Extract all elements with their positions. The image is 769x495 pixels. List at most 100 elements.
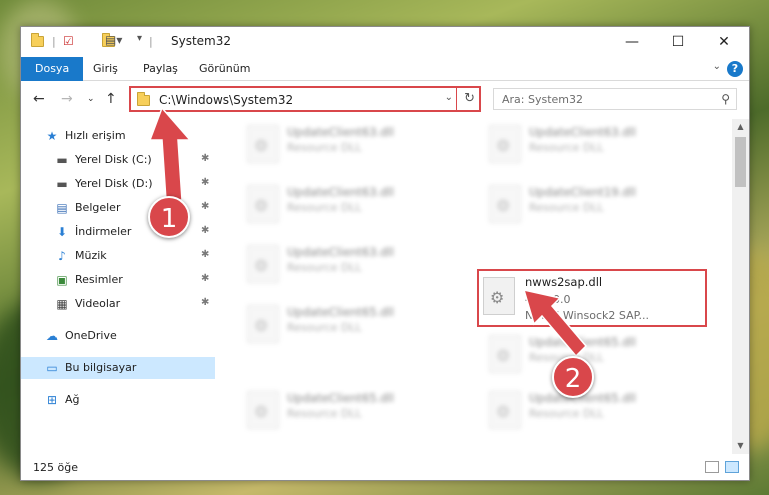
document-icon: ▤ bbox=[56, 201, 68, 215]
search-placeholder: Ara: System32 bbox=[502, 93, 584, 106]
recent-locations-icon[interactable]: ⌄ bbox=[87, 94, 95, 104]
navigation-pane: ★ Hızlı erişim ▬ Yerel Disk (C:) ✱ ▬ Yer… bbox=[21, 119, 215, 449]
picture-icon: ▣ bbox=[56, 273, 68, 287]
close-button[interactable]: ✕ bbox=[701, 27, 747, 57]
dll-file-icon bbox=[247, 185, 279, 223]
file-list: UpdateClient63.dll Resource DLL UpdateCl… bbox=[221, 119, 733, 454]
scroll-down-icon[interactable]: ▼ bbox=[732, 438, 749, 454]
sidebar-item-label: Resimler bbox=[75, 273, 123, 286]
step-1-callout: 1 bbox=[148, 196, 190, 238]
sidebar-item-local-disk-d[interactable]: ▬ Yerel Disk (D:) ✱ bbox=[21, 173, 215, 195]
forward-arrow-icon[interactable]: → bbox=[61, 91, 73, 107]
sidebar-item-label: Belgeler bbox=[75, 201, 121, 214]
pin-icon[interactable]: ✱ bbox=[201, 225, 209, 236]
computer-icon: ▭ bbox=[46, 361, 58, 375]
sidebar-item-label: Videolar bbox=[75, 297, 121, 310]
details-view-icon[interactable] bbox=[705, 461, 719, 473]
minimize-button[interactable]: — bbox=[609, 27, 655, 57]
file-item-nwws2sap[interactable]: nwws2sap.dll 4.71.0.0 Novell Winsock2 SA… bbox=[477, 269, 707, 327]
dll-file-icon bbox=[483, 277, 515, 315]
dll-file-icon bbox=[489, 391, 521, 429]
cloud-icon: ☁ bbox=[46, 329, 58, 343]
file-type: Resource DLL bbox=[529, 407, 604, 420]
refresh-icon[interactable]: ↻ bbox=[464, 91, 475, 106]
explorer-window: | ☑ ▤▾ ▾ | System32 — ☐ ✕ Dosya Giriş Pa… bbox=[20, 26, 750, 481]
pin-icon[interactable]: ✱ bbox=[201, 273, 209, 284]
pin-icon[interactable]: ✱ bbox=[201, 249, 209, 260]
tab-share[interactable]: Paylaş bbox=[143, 57, 178, 81]
dll-file-icon bbox=[247, 391, 279, 429]
file-item[interactable]: UpdateClient63.dll Resource DLL bbox=[241, 121, 477, 171]
large-icons-view-icon[interactable] bbox=[725, 461, 739, 473]
file-description: Novell Winsock2 SAP... bbox=[525, 309, 650, 322]
file-item[interactable]: UpdateClient65.dll Resource DLL bbox=[241, 387, 477, 437]
ribbon-tabs: Dosya Giriş Paylaş Görünüm ⌄ ? bbox=[21, 57, 749, 81]
sidebar-item-quick-access[interactable]: ★ Hızlı erişim bbox=[21, 125, 215, 147]
scroll-thumb[interactable] bbox=[735, 137, 746, 187]
file-name: UpdateClient63.dll bbox=[287, 125, 394, 139]
chevron-down-icon[interactable]: ⌄ bbox=[445, 92, 453, 103]
drive-icon: ▬ bbox=[56, 153, 68, 167]
view-icon[interactable]: ▤▾ bbox=[105, 33, 122, 49]
tab-home[interactable]: Giriş bbox=[93, 57, 118, 81]
sidebar-item-onedrive[interactable]: ☁ OneDrive bbox=[21, 325, 215, 347]
step-2-callout: 2 bbox=[552, 356, 594, 398]
status-bar: 125 öğe bbox=[21, 456, 749, 480]
file-type: Resource DLL bbox=[287, 201, 362, 214]
divider bbox=[456, 88, 457, 110]
separator: | bbox=[52, 35, 56, 48]
folder-icon bbox=[31, 33, 44, 47]
sidebar-item-pictures[interactable]: ▣ Resimler ✱ bbox=[21, 269, 215, 291]
dll-file-icon bbox=[489, 185, 521, 223]
file-name: UpdateClient63.dll bbox=[287, 185, 394, 199]
sidebar-item-label: Bu bilgisayar bbox=[65, 361, 137, 374]
window-title: System32 bbox=[171, 34, 232, 48]
file-name: nwws2sap.dll bbox=[525, 275, 603, 289]
sidebar-item-label: Ağ bbox=[65, 393, 80, 406]
pin-icon[interactable]: ✱ bbox=[201, 201, 209, 212]
search-input[interactable]: Ara: System32 ⚲ bbox=[493, 88, 737, 110]
star-icon: ★ bbox=[46, 129, 58, 143]
file-name: UpdateClient65.dll bbox=[529, 335, 636, 349]
video-icon: ▦ bbox=[56, 297, 68, 311]
maximize-button[interactable]: ☐ bbox=[655, 27, 701, 57]
vertical-scrollbar[interactable]: ▲ ▼ bbox=[732, 119, 749, 454]
pin-icon[interactable]: ✱ bbox=[201, 177, 209, 188]
file-type: Resource DLL bbox=[287, 407, 362, 420]
file-item[interactable]: UpdateClient63.dll Resource DLL bbox=[241, 241, 477, 291]
address-path[interactable]: C:\Windows\System32 bbox=[159, 93, 293, 107]
search-icon[interactable]: ⚲ bbox=[721, 92, 730, 106]
separator: | bbox=[149, 35, 153, 48]
file-item[interactable]: UpdateClient65.dll Resource DLL bbox=[483, 331, 719, 381]
help-icon[interactable]: ? bbox=[727, 61, 743, 77]
sidebar-item-label: Hızlı erişim bbox=[65, 129, 126, 142]
file-version: 4.71.0.0 bbox=[525, 293, 571, 306]
sidebar-item-this-pc[interactable]: ▭ Bu bilgisayar bbox=[21, 357, 215, 379]
sidebar-item-videos[interactable]: ▦ Videolar ✱ bbox=[21, 293, 215, 315]
file-name: UpdateClient63.dll bbox=[287, 245, 394, 259]
pin-icon[interactable]: ✱ bbox=[201, 297, 209, 308]
file-item[interactable]: UpdateClient63.dll Resource DLL bbox=[241, 181, 477, 231]
music-icon: ♪ bbox=[58, 249, 66, 263]
sidebar-item-label: OneDrive bbox=[65, 329, 117, 342]
scroll-up-icon[interactable]: ▲ bbox=[732, 119, 749, 135]
folder-icon bbox=[137, 92, 150, 106]
title-bar: | ☑ ▤▾ ▾ | System32 — ☐ ✕ bbox=[21, 27, 749, 57]
tab-file[interactable]: Dosya bbox=[21, 57, 84, 81]
file-item[interactable]: UpdateClient19.dll Resource DLL bbox=[483, 181, 719, 231]
sidebar-item-music[interactable]: ♪ Müzik ✱ bbox=[21, 245, 215, 267]
address-bar[interactable]: C:\Windows\System32 ⌄ ↻ bbox=[129, 86, 481, 112]
up-arrow-icon[interactable]: ↑ bbox=[105, 91, 117, 107]
tab-view[interactable]: Görünüm bbox=[199, 57, 250, 81]
file-item[interactable]: UpdateClient65.dll Resource DLL bbox=[483, 387, 719, 437]
file-item[interactable]: UpdateClient63.dll Resource DLL bbox=[483, 121, 719, 171]
back-arrow-icon[interactable]: ← bbox=[33, 91, 45, 107]
sidebar-item-network[interactable]: ⊞ Ağ bbox=[21, 389, 215, 411]
pin-icon[interactable]: ✱ bbox=[201, 153, 209, 164]
file-item[interactable]: UpdateClient65.dll Resource DLL bbox=[241, 301, 477, 351]
customize-toolbar-icon[interactable]: ▾ bbox=[137, 33, 142, 49]
collapse-ribbon-icon[interactable]: ⌄ bbox=[713, 61, 721, 72]
properties-icon[interactable]: ☑ bbox=[63, 34, 74, 50]
sidebar-item-label: Yerel Disk (D:) bbox=[75, 177, 153, 190]
sidebar-item-local-disk-c[interactable]: ▬ Yerel Disk (C:) ✱ bbox=[21, 149, 215, 171]
